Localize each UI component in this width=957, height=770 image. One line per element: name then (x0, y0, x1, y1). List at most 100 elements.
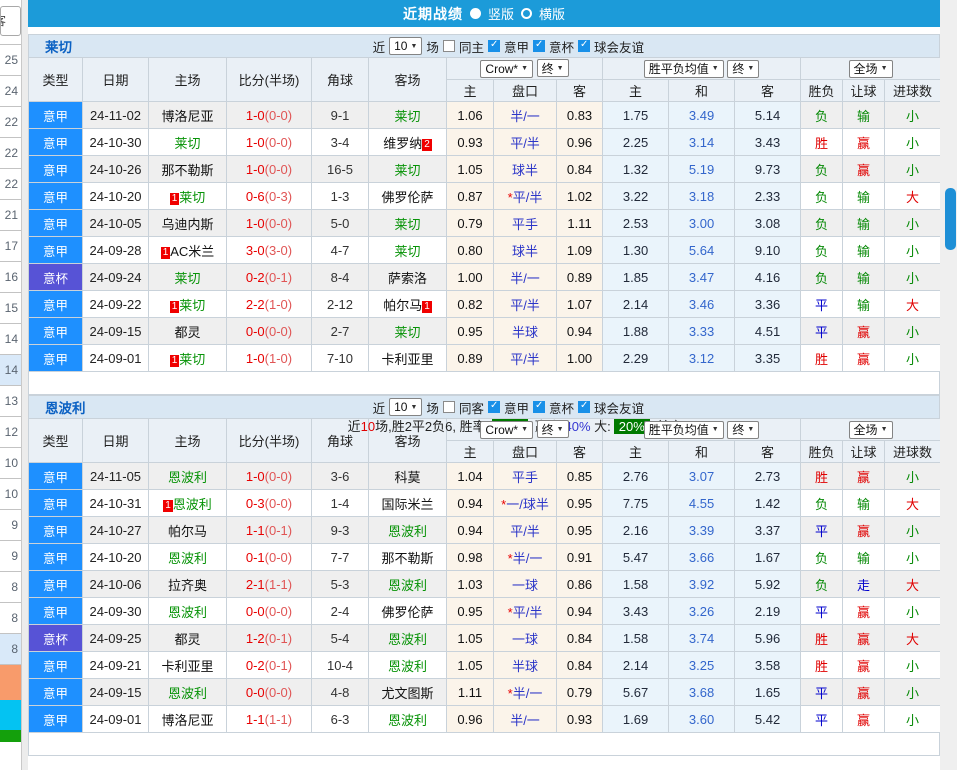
home-odds-cell: 0.95 (447, 598, 494, 625)
matches-count-select[interactable]: 10▼ (389, 398, 422, 416)
matches-count-select[interactable]: 10▼ (389, 37, 422, 55)
date-cell: 24-10-27 (83, 517, 149, 544)
cup-checkbox[interactable] (533, 401, 545, 413)
cup-checkbox[interactable] (533, 40, 545, 52)
match-row[interactable]: 意甲 24-09-15 都灵 0-0(0-0) 2-7 莱切 0.95 半球 0… (29, 318, 941, 345)
match-row[interactable]: 意甲 24-09-22 1莱切 2-2(1-0) 2-12 帕尔马1 0.82 … (29, 291, 941, 318)
match-row[interactable]: 意甲 24-09-01 1莱切 1-0(1-0) 7-10 卡利亚里 0.89 … (29, 345, 941, 372)
handicap-text: 平手 (512, 470, 538, 485)
clipped-input[interactable]: 客 (0, 6, 21, 36)
match-row[interactable]: 意甲 24-09-28 1AC米兰 3-0(3-0) 4-7 莱切 0.80 球… (29, 237, 941, 264)
company-select[interactable]: Crow*▼ (480, 60, 533, 78)
final-odds-select[interactable]: 终▼ (537, 420, 569, 438)
fulltime-score: 0-2 (246, 270, 265, 285)
rail-cell[interactable]: 22 (0, 137, 21, 168)
rail-cell[interactable]: 14 (0, 354, 21, 385)
avg-select[interactable]: 胜平负均值▼ (644, 421, 724, 439)
goals-result-cell: 小 (885, 156, 941, 183)
serie-a-checkbox[interactable] (488, 40, 500, 52)
rail-cell[interactable]: 8 (0, 633, 21, 664)
match-row[interactable]: 意甲 24-10-06 拉齐奥 2-1(1-1) 5-3 恩波利 1.03 一球… (29, 571, 941, 598)
handicap-text: 一/球半 (506, 497, 549, 512)
scope-select[interactable]: 全场▼ (849, 421, 893, 439)
rail-cell[interactable]: 25 (0, 44, 21, 75)
scrollbar-thumb[interactable] (945, 188, 956, 250)
final-odds-select[interactable]: 终▼ (537, 59, 569, 77)
league-cell: 意甲 (29, 706, 83, 733)
match-row[interactable]: 意甲 24-10-05 乌迪内斯 1-0(0-0) 5-0 莱切 0.79 平手… (29, 210, 941, 237)
avg-draw-cell: 3.12 (669, 345, 735, 372)
avg-home-cell: 1.88 (603, 318, 669, 345)
home-team-cell: 莱切 (149, 129, 227, 156)
scope-select[interactable]: 全场▼ (849, 60, 893, 78)
friendly-checkbox[interactable] (578, 40, 590, 52)
radio-horizontal[interactable] (521, 8, 532, 19)
match-row[interactable]: 意杯 24-09-24 莱切 0-2(0-1) 8-4 萨索洛 1.00 半/一… (29, 264, 941, 291)
wdl-cell: 负 (801, 237, 843, 264)
rail-cell[interactable]: 22 (0, 168, 21, 199)
match-row[interactable]: 意甲 24-09-01 博洛尼亚 1-1(1-1) 6-3 恩波利 0.96 半… (29, 706, 941, 733)
match-row[interactable]: 意甲 24-09-15 恩波利 0-0(0-0) 4-8 尤文图斯 1.11 *… (29, 679, 941, 706)
match-row[interactable]: 意甲 24-10-20 1莱切 0-6(0-3) 1-3 佛罗伦萨 0.87 *… (29, 183, 941, 210)
rail-cell[interactable]: 12 (0, 416, 21, 447)
league-cell: 意甲 (29, 544, 83, 571)
rail-cell[interactable]: 24 (0, 75, 21, 106)
match-row[interactable]: 意甲 24-09-30 恩波利 0-0(0-0) 2-4 佛罗伦萨 0.95 *… (29, 598, 941, 625)
match-row[interactable]: 意甲 24-10-26 那不勒斯 1-0(0-0) 16-5 莱切 1.05 球… (29, 156, 941, 183)
avg-select[interactable]: 胜平负均值▼ (644, 60, 724, 78)
date-cell: 24-09-30 (83, 598, 149, 625)
rail-cell[interactable]: 9 (0, 509, 21, 540)
avg-home-cell: 1.58 (603, 571, 669, 598)
subcol-avg-draw: 和 (669, 441, 735, 463)
same-home-checkbox[interactable] (443, 40, 455, 52)
match-row[interactable]: 意甲 24-11-02 博洛尼亚 1-0(0-0) 9-1 莱切 1.06 半/… (29, 102, 941, 129)
rail-cell[interactable]: 9 (0, 540, 21, 571)
rail-cell[interactable]: 13 (0, 385, 21, 416)
friendly-checkbox[interactable] (578, 401, 590, 413)
handicap-cell: 半球 (494, 652, 557, 679)
scrollbar-track[interactable] (940, 0, 957, 770)
halftime-score: (0-0) (265, 604, 292, 619)
final-avg-value: 终 (732, 60, 744, 77)
rail-cell[interactable]: 16 (0, 261, 21, 292)
home-team-name: 博洛尼亚 (161, 109, 213, 124)
avg-away-cell: 3.58 (735, 652, 801, 679)
same-away-checkbox[interactable] (443, 401, 455, 413)
league-cell: 意甲 (29, 183, 83, 210)
match-row[interactable]: 意甲 24-09-21 卡利亚里 0-2(0-1) 10-4 恩波利 1.05 … (29, 652, 941, 679)
final-avg-value: 终 (732, 421, 744, 438)
chevron-down-icon: ▼ (747, 65, 754, 72)
rail-cell[interactable]: 8 (0, 602, 21, 633)
rail-cell[interactable]: 14 (0, 323, 21, 354)
handicap-cell: 平/半 (494, 345, 557, 372)
final-avg-select[interactable]: 终▼ (727, 60, 759, 78)
handicap-result-cell: 赢 (843, 345, 885, 372)
match-row[interactable]: 意杯 24-09-25 都灵 1-2(0-1) 5-4 恩波利 1.05 一球 … (29, 625, 941, 652)
company-select[interactable]: Crow*▼ (480, 421, 533, 439)
rail-cell[interactable]: 10 (0, 478, 21, 509)
red-card-badge: 1 (170, 193, 180, 205)
match-row[interactable]: 意甲 24-10-31 1恩波利 0-3(0-0) 1-4 国际米兰 0.94 … (29, 490, 941, 517)
radio-vertical[interactable] (470, 8, 481, 19)
rail-cell[interactable]: 8 (0, 571, 21, 602)
halftime-score: (0-1) (265, 270, 292, 285)
away-team-cell: 佛罗伦萨 (369, 183, 447, 210)
serie-a-checkbox[interactable] (488, 401, 500, 413)
avg-away-cell: 3.36 (735, 291, 801, 318)
rail-cell[interactable]: 22 (0, 106, 21, 137)
rail-cell[interactable]: 17 (0, 230, 21, 261)
rail-cell[interactable]: 10 (0, 447, 21, 478)
match-row[interactable]: 意甲 24-11-05 恩波利 1-0(0-0) 3-6 科莫 1.04 平手 … (29, 463, 941, 490)
rail-cell[interactable]: 15 (0, 292, 21, 323)
halftime-score: (0-1) (265, 523, 292, 538)
match-row[interactable]: 意甲 24-10-27 帕尔马 1-1(0-1) 9-3 恩波利 0.94 平/… (29, 517, 941, 544)
match-row[interactable]: 意甲 24-10-20 恩波利 0-1(0-0) 7-7 那不勒斯 0.98 *… (29, 544, 941, 571)
match-row[interactable]: 意甲 24-10-30 莱切 1-0(0-0) 3-4 维罗纳2 0.93 平/… (29, 129, 941, 156)
goals-result-cell: 大 (885, 183, 941, 210)
avg-home-cell: 1.69 (603, 706, 669, 733)
final-avg-select[interactable]: 终▼ (727, 421, 759, 439)
avg-draw-cell: 3.33 (669, 318, 735, 345)
subcol-home-odds: 主 (447, 80, 494, 102)
rail-cell[interactable]: 21 (0, 199, 21, 230)
date-cell: 24-11-02 (83, 102, 149, 129)
